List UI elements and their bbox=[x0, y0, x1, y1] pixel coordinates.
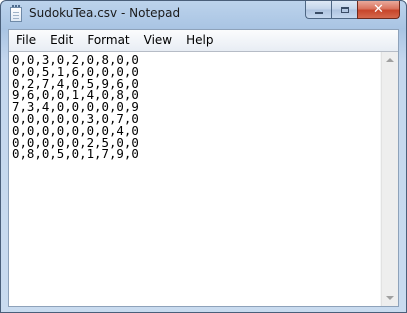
menu-bar: File Edit Format View Help bbox=[9, 30, 398, 52]
text-editor[interactable]: 0,0,3,0,2,0,8,0,0 0,0,5,1,6,0,0,0,0 0,2,… bbox=[9, 52, 380, 306]
window-title: SudokuTea.csv - Notepad bbox=[29, 6, 181, 20]
text-line: 0,8,0,5,0,1,7,9,0 bbox=[12, 146, 139, 162]
menu-help[interactable]: Help bbox=[179, 31, 220, 50]
editor-content: 0,0,3,0,2,0,8,0,0 0,0,5,1,6,0,0,0,0 0,2,… bbox=[9, 52, 380, 160]
title-bar[interactable]: SudokuTea.csv - Notepad ✕ bbox=[1, 1, 406, 28]
menu-format[interactable]: Format bbox=[80, 31, 136, 50]
notepad-window: SudokuTea.csv - Notepad ✕ File Edit Form… bbox=[0, 0, 407, 313]
arrow-up-icon bbox=[386, 58, 394, 62]
notepad-icon[interactable] bbox=[10, 5, 22, 22]
scroll-down-button[interactable] bbox=[382, 290, 398, 306]
menu-file[interactable]: File bbox=[9, 31, 43, 50]
minimize-button[interactable] bbox=[305, 1, 331, 19]
arrow-down-icon bbox=[386, 296, 394, 300]
caption-buttons: ✕ bbox=[305, 1, 400, 20]
close-button[interactable]: ✕ bbox=[357, 1, 400, 19]
menu-view[interactable]: View bbox=[137, 31, 179, 50]
close-icon: ✕ bbox=[373, 2, 384, 17]
scroll-up-button[interactable] bbox=[382, 52, 398, 68]
maximize-icon bbox=[340, 6, 349, 13]
client-area: File Edit Format View Help 0,0,3,0,2,0,8… bbox=[8, 29, 399, 307]
maximize-button[interactable] bbox=[331, 1, 357, 19]
menu-edit[interactable]: Edit bbox=[43, 31, 80, 50]
vertical-scrollbar[interactable] bbox=[381, 52, 398, 306]
minimize-icon bbox=[314, 12, 323, 14]
